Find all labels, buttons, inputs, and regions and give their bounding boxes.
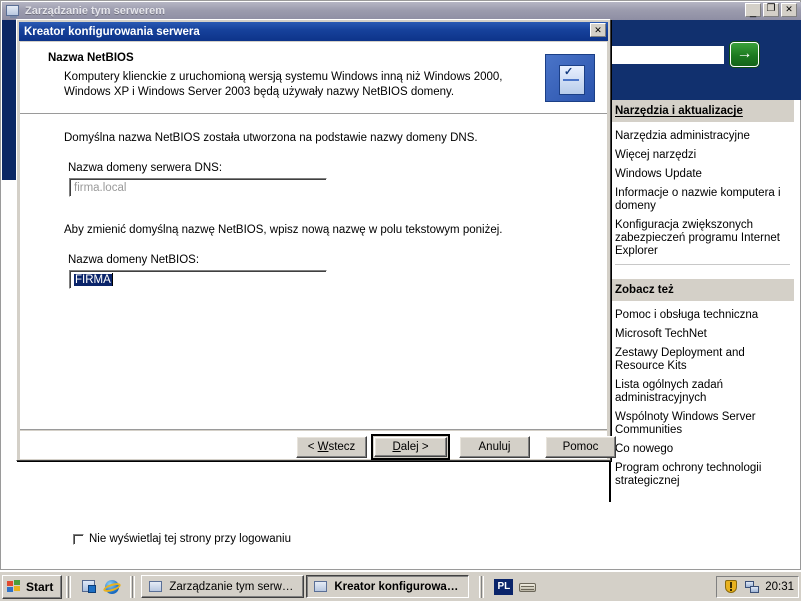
- divider: [615, 264, 790, 265]
- help-button[interactable]: Pomoc: [545, 436, 616, 458]
- toolbar-grip[interactable]: [66, 575, 72, 598]
- maximize-button[interactable]: ❐: [763, 3, 779, 17]
- side-link[interactable]: Pomoc i obsługa techniczna: [615, 309, 790, 322]
- side-panel: Narzędzia i aktualizacje Narzędzia admin…: [599, 100, 799, 568]
- side-link[interactable]: Microsoft TechNet: [615, 328, 790, 341]
- dont-show-checkbox-row[interactable]: Nie wyświetlaj tej strony przy logowaniu: [73, 533, 291, 545]
- taskbar-item-label: Zarządzanie tym serwerem: [169, 580, 298, 593]
- dialog-header-description: Komputery klienckie z uruchomioną wersją…: [64, 71, 503, 98]
- next-button-inner: Dalej >: [374, 437, 447, 457]
- dialog-title: Kreator konfigurowania serwera: [24, 25, 200, 38]
- close-icon: ✕: [594, 24, 602, 35]
- side-link[interactable]: Zestawy Deployment and Resource Kits: [615, 347, 790, 373]
- panel-body-see-also: Pomoc i obsługa techniczna Microsoft Tec…: [609, 301, 794, 502]
- netbios-label: Nazwa domeny NetBIOS:: [68, 254, 199, 266]
- side-link[interactable]: Program ochrony technologii strategiczne…: [615, 462, 790, 488]
- netbios-label-text: Nazwa domeny NetBIOS:: [68, 254, 200, 266]
- next-button-label: Dalej >: [392, 441, 429, 453]
- system-tray: 20:31: [716, 575, 799, 598]
- side-link[interactable]: Konfiguracja zwiększonych zabezpieczeń p…: [615, 219, 790, 258]
- intro-text: Domyślna nazwa NetBIOS została utworzona…: [64, 132, 478, 144]
- dialog-close-button[interactable]: ✕: [590, 23, 606, 37]
- dialog-button-bar: < Wstecz Dalej > Anuluj Pomoc: [20, 431, 616, 460]
- close-icon: ✕: [785, 3, 793, 14]
- background-window-controls: _ ❐ ✕: [745, 3, 797, 17]
- side-link[interactable]: Narzędzia administracyjne: [615, 130, 790, 143]
- show-desktop-icon[interactable]: [81, 579, 97, 595]
- netbios-domain-input[interactable]: FIRMA: [69, 270, 327, 289]
- taskbar: Start Zarządzanie tym serwerem Kreator k…: [0, 571, 801, 601]
- quick-launch-bar: [75, 579, 126, 595]
- dont-show-checkbox[interactable]: [73, 533, 84, 545]
- warning-shield-icon[interactable]: [723, 579, 739, 595]
- server-icon: [313, 580, 329, 594]
- back-button[interactable]: < Wstecz: [296, 436, 367, 458]
- back-button-label: < Wstecz: [307, 441, 356, 453]
- clock[interactable]: 20:31: [765, 581, 794, 593]
- server-icon: [5, 4, 21, 18]
- server-wizard-icon: ✓: [545, 54, 595, 102]
- panel-header-see-also-label: Zobacz też: [615, 284, 674, 296]
- screen: Zarządzanie tym serwerem _ ❐ ✕ → Narzędz…: [0, 0, 801, 601]
- cancel-button-label: Anuluj: [478, 441, 511, 453]
- netbios-domain-value: FIRMA: [74, 273, 112, 286]
- next-button[interactable]: Dalej >: [371, 434, 450, 460]
- start-button-label: Start: [26, 579, 54, 594]
- task-list: Zarządzanie tym serwerem Kreator konfigu…: [141, 575, 470, 598]
- taskbar-item-wizard[interactable]: Kreator konfigurowan...: [306, 575, 470, 598]
- taskbar-item-label: Kreator konfigurowan...: [334, 580, 463, 593]
- side-link[interactable]: Co nowego: [615, 443, 790, 456]
- toolbar-grip[interactable]: [130, 575, 136, 598]
- dialog-header-title: Nazwa NetBIOS: [48, 52, 134, 64]
- windows-flag-icon: [7, 580, 22, 593]
- background-window-titlebar[interactable]: Zarządzanie tym serwerem: [2, 2, 801, 20]
- help-button-label: Pomoc: [562, 441, 599, 453]
- search-area: →: [603, 42, 759, 67]
- toolbar-grip[interactable]: [479, 575, 485, 598]
- server-icon: [148, 580, 164, 594]
- dns-label: Nazwa domeny serwera DNS:: [68, 162, 223, 174]
- dns-domain-input: firma.local: [69, 178, 327, 197]
- cancel-button[interactable]: Anuluj: [459, 436, 530, 458]
- side-link[interactable]: Wspólnoty Windows Server Communities: [615, 411, 790, 437]
- panel-header-tools: Narzędzia i aktualizacje: [609, 100, 794, 122]
- minimize-icon: _: [749, 5, 757, 18]
- network-icon[interactable]: [744, 579, 760, 595]
- side-link[interactable]: Lista ogólnych zadań administracyjnych: [615, 379, 790, 405]
- internet-explorer-icon[interactable]: [102, 579, 122, 595]
- dns-domain-value: firma.local: [74, 181, 127, 194]
- dialog-titlebar[interactable]: Kreator konfigurowania serwera ✕: [19, 22, 608, 41]
- panel-body-tools: Narzędzia administracyjne Więcej narzędz…: [609, 122, 794, 273]
- green-arrow-icon: →: [736, 44, 753, 62]
- dialog-body: Domyślna nazwa NetBIOS została utworzona…: [20, 114, 607, 430]
- panel-header-tools-label: Narzędzia i aktualizacje: [615, 105, 743, 117]
- dont-show-checkbox-label: Nie wyświetlaj tej strony przy logowaniu: [89, 533, 291, 545]
- go-button[interactable]: →: [730, 42, 759, 67]
- taskbar-item-manage-server[interactable]: Zarządzanie tym serwerem: [141, 575, 305, 598]
- side-link[interactable]: Informacje o nazwie komputera i domeny: [615, 187, 790, 213]
- configure-your-server-wizard: Kreator konfigurowania serwera ✕ Nazwa N…: [16, 19, 616, 461]
- language-indicator[interactable]: PL: [494, 578, 514, 595]
- dialog-header: Nazwa NetBIOS Komputery klienckie z uruc…: [20, 42, 607, 114]
- close-button[interactable]: ✕: [781, 3, 797, 17]
- search-input[interactable]: [603, 45, 724, 64]
- side-link[interactable]: Więcej narzędzi: [615, 149, 790, 162]
- keyboard-icon[interactable]: [519, 580, 537, 594]
- maximize-icon: ❐: [766, 3, 776, 14]
- change-instruction-text: Aby zmienić domyślną nazwę NetBIOS, wpis…: [64, 224, 503, 236]
- side-link[interactable]: Windows Update: [615, 168, 790, 181]
- background-window-title: Zarządzanie tym serwerem: [25, 5, 166, 17]
- minimize-button[interactable]: _: [745, 3, 761, 17]
- start-button[interactable]: Start: [2, 574, 63, 599]
- panel-header-see-also: Zobacz też: [609, 279, 794, 301]
